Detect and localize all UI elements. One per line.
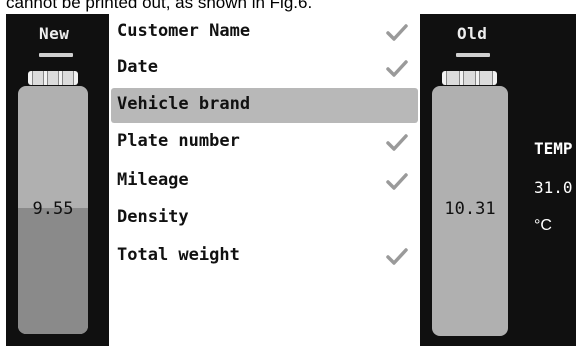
old-tank-value: 10.31 (444, 199, 496, 219)
new-tank-cap (28, 71, 78, 85)
new-tank-fill (18, 207, 88, 334)
check-icon[interactable] (386, 247, 408, 265)
temp-unit: °C (534, 217, 552, 234)
print-field-label: Density (117, 207, 189, 227)
print-field-label: Plate number (117, 131, 240, 151)
temp-label: TEMP (534, 139, 573, 158)
print-field-label: Mileage (117, 170, 189, 190)
check-icon[interactable] (386, 23, 408, 41)
old-tank-cap (442, 71, 497, 85)
print-field-row[interactable]: Vehicle brand (109, 88, 420, 123)
new-tank-value: 9.55 (32, 199, 74, 219)
print-field-label: Total weight (117, 245, 240, 265)
print-field-label: Date (117, 57, 158, 77)
print-field-label: Vehicle brand (117, 94, 251, 114)
print-field-row[interactable]: Date (109, 51, 420, 86)
temp-value: 31.0 (534, 178, 573, 197)
print-field-label: Customer Name (117, 21, 251, 41)
new-tank-divider (39, 53, 73, 57)
new-tank-gauge: 9.55 (18, 86, 88, 334)
device-screen: New 9.55 Customer Name Date Vehicle brand P… (6, 14, 576, 346)
new-tank-title: New (39, 24, 70, 43)
print-field-row[interactable]: Total weight (109, 239, 420, 274)
old-tank-gauge: 10.31 (432, 86, 508, 336)
print-field-row[interactable]: Density (109, 201, 420, 236)
print-field-row[interactable]: Customer Name (109, 15, 420, 50)
check-icon[interactable] (386, 172, 408, 190)
caption-text: cannot be printed out, as shown in Fig.6… (6, 0, 313, 12)
print-field-row[interactable]: Mileage (109, 164, 420, 199)
old-tank-title: Old (457, 24, 488, 43)
old-tank-panel: Old 10.31 (420, 14, 520, 346)
old-tank-divider (456, 53, 490, 57)
caption-fragment: cannot be printed out, as shown in Fig.6… (0, 0, 576, 14)
print-fields-list: Customer Name Date Vehicle brand Plate numb… (109, 14, 420, 346)
print-field-row[interactable]: Plate number (109, 125, 420, 160)
check-icon[interactable] (386, 59, 408, 77)
check-icon[interactable] (386, 133, 408, 151)
new-tank-panel: New 9.55 (6, 14, 109, 346)
